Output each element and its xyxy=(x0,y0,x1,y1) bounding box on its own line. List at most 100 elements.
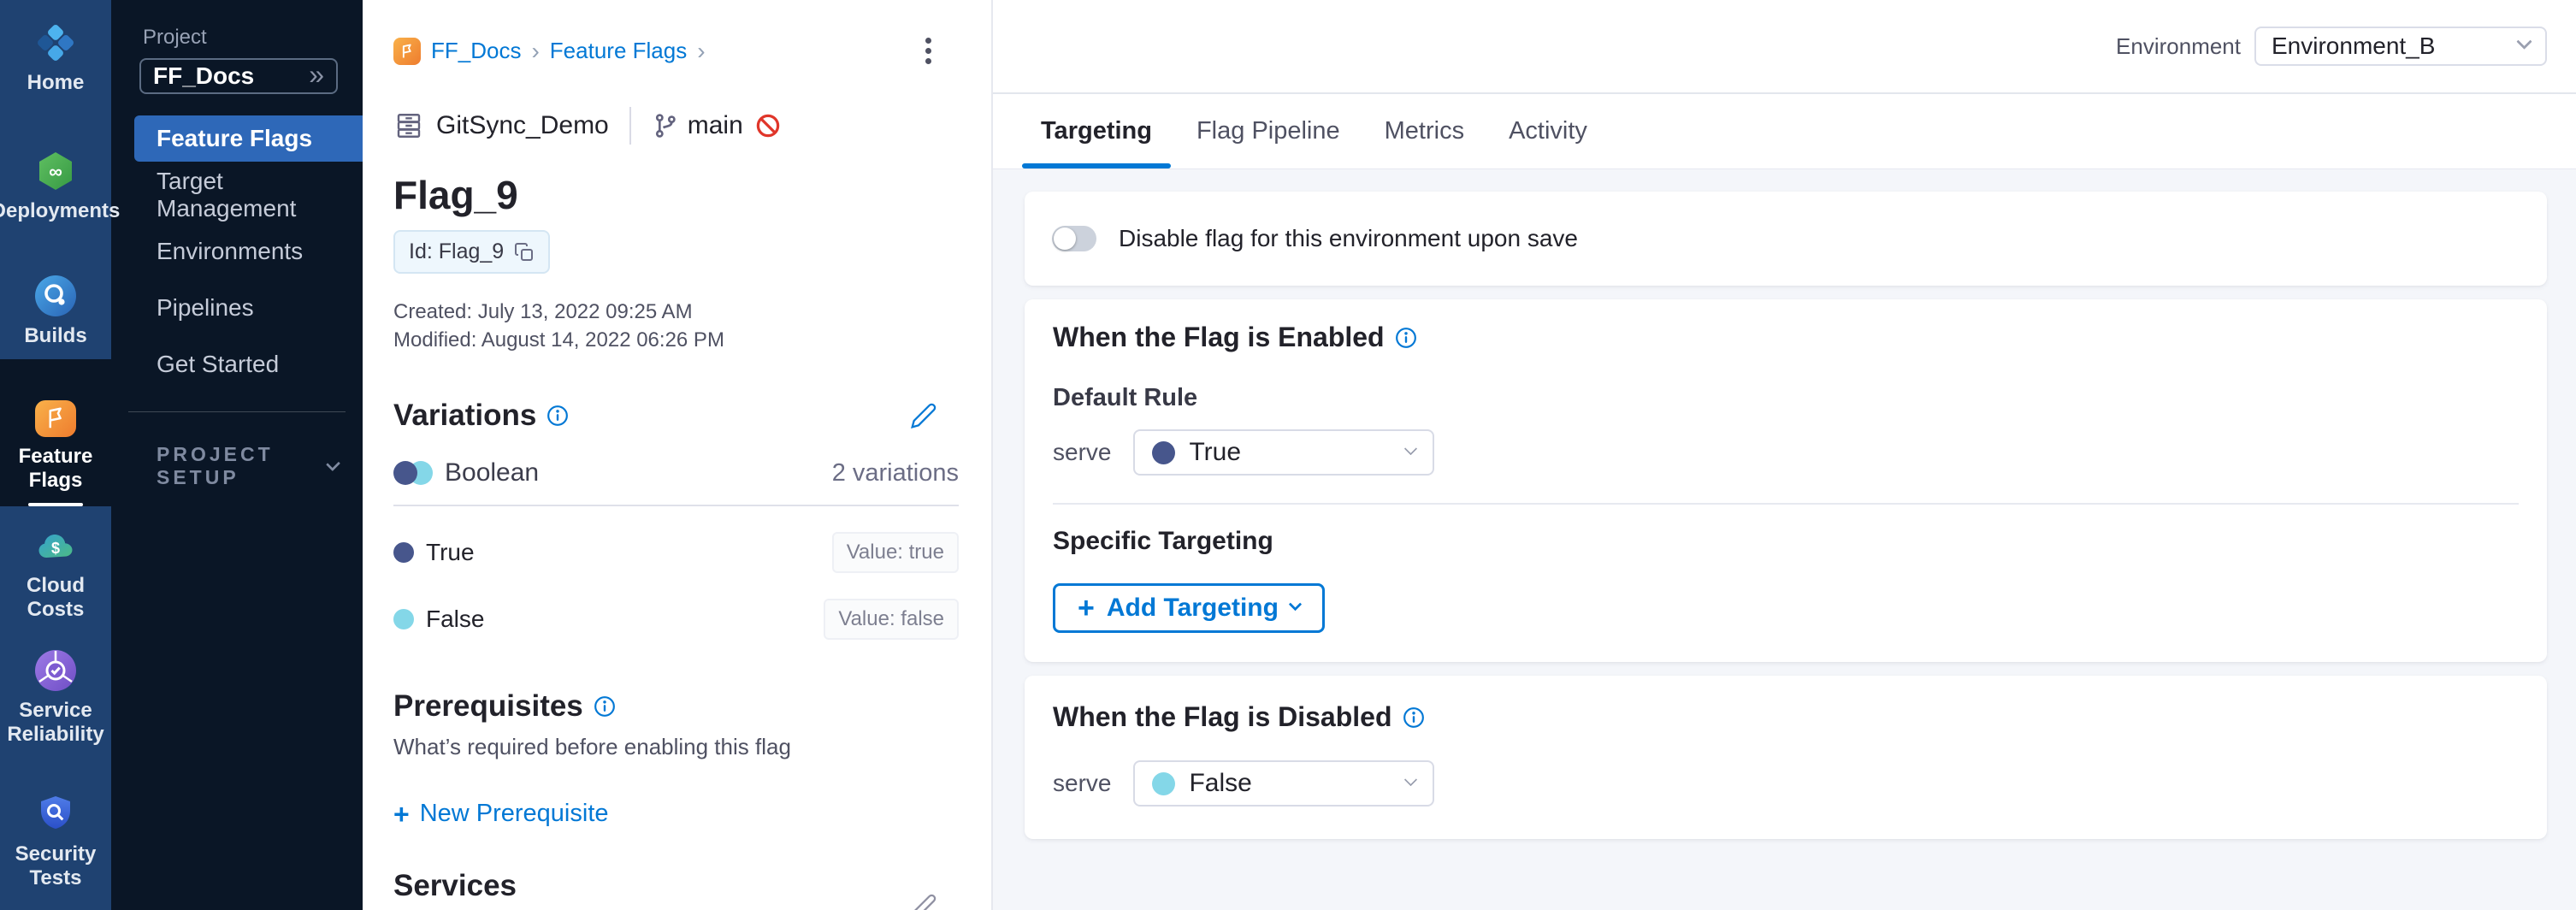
module-service-reliability-label: Service Reliability xyxy=(4,699,107,747)
modified-date: Modified: August 14, 2022 06:26 PM xyxy=(393,326,959,354)
breadcrumb-project-link[interactable]: FF_Docs xyxy=(431,38,521,64)
module-deployments[interactable]: ∞ Deployments xyxy=(0,151,111,223)
tab-metrics[interactable]: Metrics xyxy=(1366,94,1483,168)
module-security-tests-label: Security Tests xyxy=(0,842,111,890)
environment-value: Environment_B xyxy=(2272,32,2435,60)
feature-flags-breadcrumb-icon xyxy=(393,38,421,65)
flag-enabled-card: When the Flag is Enabled Default Rule se… xyxy=(1025,299,2547,662)
module-security-tests[interactable]: Security Tests xyxy=(0,794,111,890)
active-module-underline xyxy=(28,503,83,506)
false-variation-dot xyxy=(393,609,414,629)
variation-type-row: Boolean 2 variations xyxy=(393,458,959,488)
sidebar-item-environments[interactable]: Environments xyxy=(111,228,363,275)
prerequisites-heading: Prerequisites xyxy=(393,689,583,724)
info-icon[interactable] xyxy=(547,405,569,427)
breadcrumb-separator: › xyxy=(531,38,539,65)
environment-panel: Environment Environment_B Targeting Flag… xyxy=(993,0,2576,910)
created-date: Created: July 13, 2022 09:25 AM xyxy=(393,298,959,326)
git-branch-name[interactable]: main xyxy=(688,111,743,140)
module-service-reliability[interactable]: Service Reliability xyxy=(0,650,111,747)
edit-services-icon[interactable] xyxy=(910,893,937,910)
git-branch-icon xyxy=(652,112,679,139)
serve-label: serve xyxy=(1053,770,1111,797)
disable-flag-label: Disable flag for this environment upon s… xyxy=(1119,225,1578,252)
svg-text:∞: ∞ xyxy=(49,161,62,182)
tab-label: Flag Pipeline xyxy=(1196,117,1340,145)
sidebar-item-target-management[interactable]: Target Management xyxy=(111,172,363,218)
tab-targeting[interactable]: Targeting xyxy=(1022,94,1171,168)
flag-options-menu-icon[interactable] xyxy=(922,34,935,68)
prerequisites-header: Prerequisites xyxy=(393,689,959,724)
module-home-label: Home xyxy=(27,71,85,95)
flag-id-text: Id: Flag_9 xyxy=(409,239,504,264)
serve-label: serve xyxy=(1053,439,1111,466)
variation-row-true: True Value: true xyxy=(393,532,959,573)
flag-detail-column: FF_Docs › Feature Flags › GitSync_Demo m… xyxy=(363,0,993,910)
disabled-heading: When the Flag is Disabled xyxy=(1053,701,1392,733)
project-label: Project xyxy=(143,26,363,50)
project-setup-section[interactable]: PROJECT SETUP xyxy=(157,443,338,489)
project-name: FF_Docs xyxy=(153,62,254,90)
sidebar-item-label: Target Management xyxy=(157,168,363,222)
info-icon[interactable] xyxy=(1403,706,1425,729)
module-feature-flags-label: Feature Flags xyxy=(0,445,111,493)
variation-value-badge: Value: false xyxy=(824,599,959,640)
serve-value: True xyxy=(1189,438,1241,467)
new-prerequisite-label: New Prerequisite xyxy=(420,800,609,828)
breadcrumb: FF_Docs › Feature Flags › xyxy=(393,34,959,68)
disabled-header: When the Flag is Disabled xyxy=(1053,701,2519,733)
default-serve-select[interactable]: True xyxy=(1133,429,1434,476)
project-setup-label: PROJECT SETUP xyxy=(157,443,328,489)
chevron-down-icon xyxy=(1404,441,1418,455)
sidebar-item-pipelines[interactable]: Pipelines xyxy=(111,285,363,331)
tab-activity[interactable]: Activity xyxy=(1490,94,1606,168)
breadcrumb-separator: › xyxy=(697,38,705,65)
targeting-content: Disable flag for this environment upon s… xyxy=(993,169,2576,839)
module-rail: Home ∞ Deployments Builds Feature Flags xyxy=(0,0,111,910)
disabled-serve-select[interactable]: False xyxy=(1133,760,1434,807)
disable-flag-toggle[interactable] xyxy=(1052,226,1096,251)
double-chevron-icon: » xyxy=(309,74,324,79)
module-home[interactable]: Home xyxy=(0,22,111,95)
copy-icon[interactable] xyxy=(514,242,535,263)
breadcrumb-feature-flags-link[interactable]: Feature Flags xyxy=(550,38,687,64)
false-variation-dot xyxy=(1152,772,1175,795)
sidebar-menu: Feature Flags Target Management Environm… xyxy=(111,115,363,387)
variations-header: Variations xyxy=(393,399,959,433)
builds-icon xyxy=(35,275,76,316)
svg-text:$: $ xyxy=(51,540,60,557)
module-deployments-label: Deployments xyxy=(0,199,120,223)
sidebar-item-label: Get Started xyxy=(157,351,279,378)
new-prerequisite-button[interactable]: + New Prerequisite xyxy=(393,800,609,828)
feature-flags-icon xyxy=(35,400,76,437)
variation-name: False xyxy=(426,606,484,633)
git-repo-name: GitSync_Demo xyxy=(436,111,609,140)
services-section: Services Services this flag is associate… xyxy=(393,869,959,910)
tab-flag-pipeline[interactable]: Flag Pipeline xyxy=(1178,94,1359,168)
sidebar-item-get-started[interactable]: Get Started xyxy=(111,341,363,387)
info-icon[interactable] xyxy=(1395,327,1417,349)
tab-bar: Targeting Flag Pipeline Metrics Activity xyxy=(993,94,2576,169)
security-tests-icon xyxy=(35,794,76,835)
module-builds-label: Builds xyxy=(24,324,86,348)
chevron-down-icon xyxy=(1404,772,1418,786)
variation-name: True xyxy=(426,539,475,566)
module-builds[interactable]: Builds xyxy=(0,275,111,348)
sidebar-item-feature-flags[interactable]: Feature Flags xyxy=(134,115,363,162)
divider xyxy=(393,505,959,506)
disable-flag-card: Disable flag for this environment upon s… xyxy=(1025,192,2547,286)
disabled-serve-row: serve False xyxy=(1053,760,2519,807)
info-icon[interactable] xyxy=(594,695,616,718)
sidebar-item-label: Pipelines xyxy=(157,294,254,322)
plus-icon: + xyxy=(1078,596,1095,620)
module-feature-flags[interactable]: Feature Flags xyxy=(0,359,111,506)
plus-icon: + xyxy=(393,803,410,825)
tab-label: Targeting xyxy=(1041,117,1152,145)
sidebar-item-label: Environments xyxy=(157,238,303,265)
service-reliability-icon xyxy=(35,650,76,691)
add-targeting-button[interactable]: + Add Targeting xyxy=(1053,583,1325,633)
environment-select[interactable]: Environment_B xyxy=(2254,27,2547,66)
edit-variations-icon[interactable] xyxy=(910,402,937,429)
project-selector[interactable]: FF_Docs » xyxy=(139,58,338,94)
module-cloud-costs[interactable]: $ Cloud Costs xyxy=(0,525,111,622)
